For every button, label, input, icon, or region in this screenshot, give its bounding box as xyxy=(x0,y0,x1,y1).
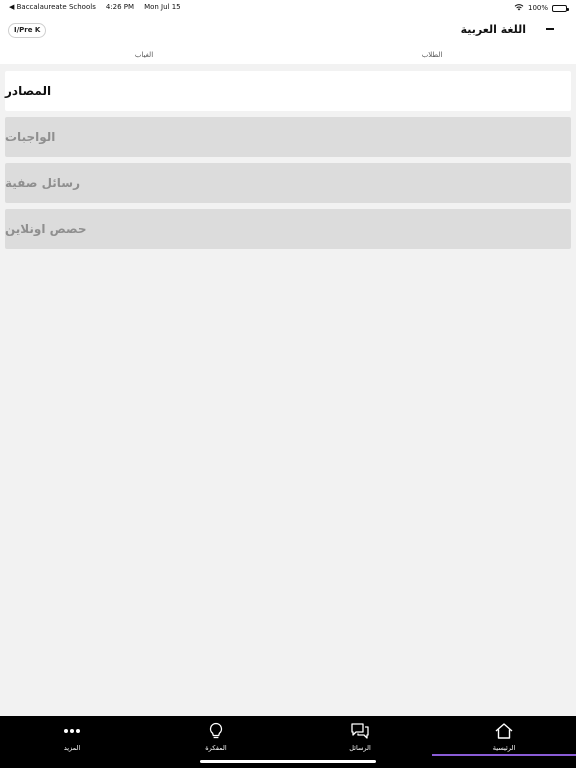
section-resources[interactable]: المصادر xyxy=(5,71,571,111)
status-time: 4:26 PM xyxy=(105,3,135,11)
nav-agenda-label: المفكرة xyxy=(205,744,227,752)
nav-messages-label: الرسائل xyxy=(349,744,371,752)
header-tabs: الطلاب الغياب xyxy=(0,49,576,64)
section-homework[interactable]: الواجبات xyxy=(5,117,571,157)
home-indicator[interactable] xyxy=(200,760,376,763)
header: I/Pre K اللغة العربية الطلاب الغياب xyxy=(0,16,576,64)
status-bar: ◀ Baccalaureate Schools 4:26 PM Mon Jul … xyxy=(0,0,576,16)
nav-more[interactable]: المزيد xyxy=(0,716,144,756)
minus-icon xyxy=(546,28,554,30)
menu-button[interactable] xyxy=(546,24,556,34)
section-online-classes[interactable]: حصص اونلاين xyxy=(5,209,571,249)
wifi-icon xyxy=(514,3,524,13)
tab-students[interactable]: الطلاب xyxy=(288,51,576,59)
more-dots-icon xyxy=(64,729,80,733)
nav-messages[interactable]: الرسائل xyxy=(288,716,432,756)
nav-home-label: الرئيسية xyxy=(492,744,516,752)
home-icon xyxy=(495,723,513,739)
bottom-nav: المزيد المفكرة الرسائل الرئيسية xyxy=(0,716,576,768)
class-selector-chip[interactable]: I/Pre K xyxy=(8,23,47,38)
section-list: المصادر الواجبات رسائل صفية حصص اونلاين xyxy=(5,71,571,255)
tab-attendance[interactable]: الغياب xyxy=(0,51,288,59)
back-to-app-link[interactable]: ◀ Baccalaureate Schools xyxy=(9,3,96,11)
chat-bubbles-icon xyxy=(351,723,369,739)
battery-percent: 100% xyxy=(527,4,548,12)
section-class-messages[interactable]: رسائل صفية xyxy=(5,163,571,203)
nav-agenda[interactable]: المفكرة xyxy=(144,716,288,756)
nav-home[interactable]: الرئيسية xyxy=(432,716,576,756)
battery-icon xyxy=(552,4,569,12)
nav-more-label: المزيد xyxy=(63,744,81,752)
active-tab-indicator xyxy=(432,754,576,756)
lightbulb-icon xyxy=(209,722,223,739)
page-title: اللغة العربية xyxy=(460,23,526,36)
status-date: Mon Jul 15 xyxy=(144,3,181,11)
